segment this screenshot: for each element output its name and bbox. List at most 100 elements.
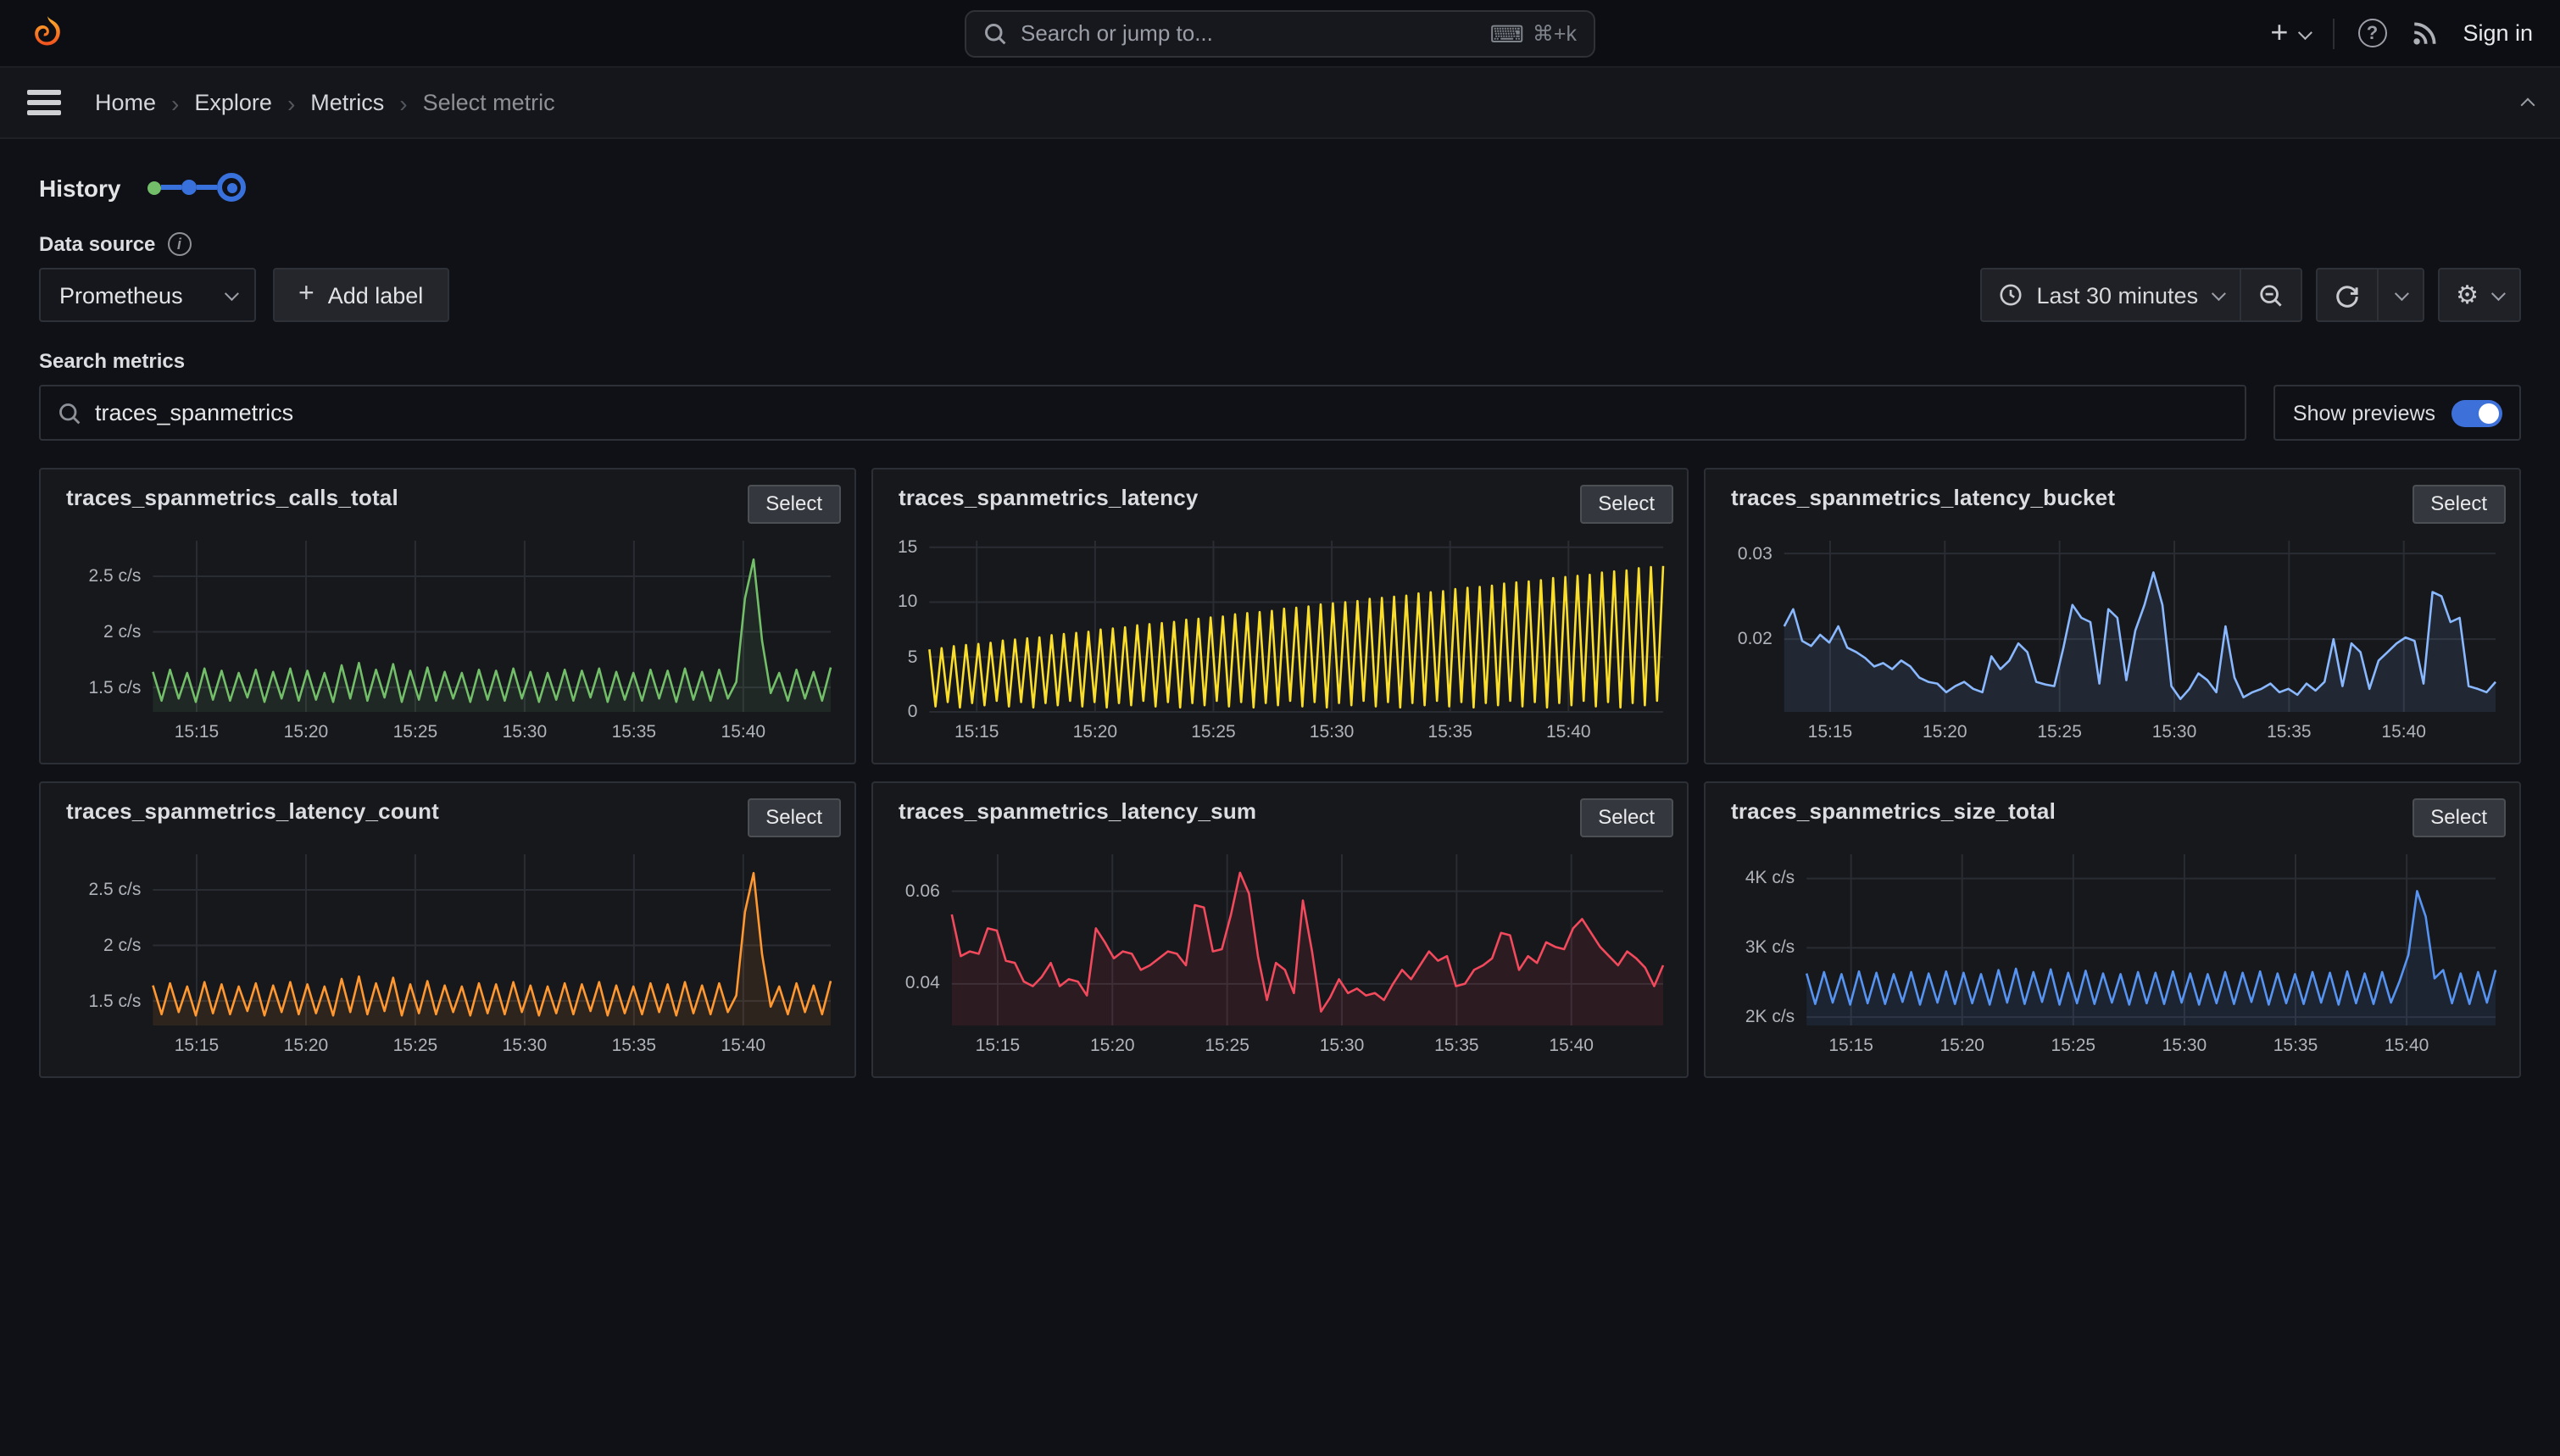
search-icon — [983, 21, 1007, 45]
metrics-search-input[interactable] — [95, 400, 2228, 425]
show-previews-toggle[interactable] — [2451, 399, 2502, 426]
settings-group: ⚙ — [2437, 268, 2521, 322]
breadcrumb-home[interactable]: Home — [95, 90, 156, 115]
select-button[interactable]: Select — [2412, 798, 2506, 837]
x-tick-label: 15:35 — [1400, 722, 1501, 742]
x-tick-label: 15:35 — [2238, 722, 2340, 742]
x-tick-label: 15:35 — [583, 1036, 685, 1056]
search-metrics-label-text: Search metrics — [39, 349, 185, 373]
breadcrumb-metrics[interactable]: Metrics — [310, 90, 384, 115]
chart-size-total[interactable]: 2K c/s3K c/s4K c/s15:1515:2015:2515:3015… — [1719, 844, 2506, 1066]
chevron-up-icon — [2521, 98, 2535, 113]
x-tick-label: 15:40 — [2356, 1036, 2457, 1056]
panel-title: traces_spanmetrics_latency_bucket — [1731, 485, 2115, 510]
select-button[interactable]: Select — [1579, 485, 1673, 524]
breadcrumb-explore[interactable]: Explore — [194, 90, 272, 115]
refresh-button[interactable] — [2317, 270, 2376, 320]
data-source-label-row: Data source i — [39, 232, 2521, 256]
grafana-app: Search or jump to... ⌨ ⌘+k + ? Sign in — [0, 0, 2560, 1456]
metric-panel-latency-count: traces_spanmetrics_latency_count Select … — [39, 781, 856, 1078]
metric-panel-latency: traces_spanmetrics_latency Select 0 5 10 15… — [871, 468, 1689, 764]
history-timeline-icon[interactable] — [147, 173, 246, 202]
y-tick-label: 1.5 c/s — [54, 991, 141, 1011]
sign-in-button[interactable]: Sign in — [2463, 20, 2533, 46]
chart-calls-total[interactable]: 1.5 c/s2 c/s2.5 c/s15:1515:2015:2515:301… — [54, 531, 841, 753]
x-tick-label: 15:20 — [1044, 722, 1146, 742]
grafana-logo-icon[interactable] — [27, 13, 68, 53]
gear-icon: ⚙ — [2456, 282, 2479, 308]
select-button[interactable]: Select — [747, 798, 841, 837]
select-button[interactable]: Select — [747, 485, 841, 524]
select-button[interactable]: Select — [2412, 485, 2506, 524]
breadcrumb: Home › Explore › Metrics › Select metric — [95, 89, 555, 116]
y-tick-label: 0 — [887, 702, 917, 722]
chart-latency-bucket[interactable]: 0.020.0315:1515:2015:2515:3015:3515:40 — [1719, 531, 2506, 753]
x-tick-label: 15:15 — [1800, 1036, 1902, 1056]
chart-latency[interactable]: 05101515:1515:2015:2515:3015:3515:40 — [887, 531, 1673, 753]
chevron-down-icon — [225, 286, 239, 301]
explore-metrics-content: History Data source i Prometheus + Add l… — [0, 139, 2560, 1078]
settings-button[interactable]: ⚙ — [2439, 270, 2519, 320]
help-button[interactable]: ? — [2357, 19, 2386, 47]
refresh-icon — [2334, 282, 2359, 308]
collapse-header-button[interactable] — [2523, 90, 2533, 115]
zoom-out-icon — [2257, 282, 2283, 308]
refresh-interval-button[interactable] — [2376, 270, 2422, 320]
chart-latency-count[interactable]: 1.5 c/s2 c/s2.5 c/s15:1515:2015:2515:301… — [54, 844, 841, 1066]
x-tick-label: 15:40 — [693, 1036, 794, 1056]
keyboard-icon: ⌨ — [1489, 21, 1523, 45]
global-search-input[interactable]: Search or jump to... ⌨ ⌘+k — [965, 9, 1595, 57]
keyboard-shortcut: ⌨ ⌘+k — [1489, 20, 1577, 46]
select-button[interactable]: Select — [1579, 798, 1673, 837]
x-tick-label: 15:20 — [255, 1036, 357, 1056]
y-tick-label: 0.06 — [887, 881, 940, 902]
clock-icon — [1999, 283, 2023, 307]
info-icon[interactable]: i — [167, 232, 191, 256]
search-placeholder: Search or jump to... — [1021, 20, 1489, 46]
history-row: History — [39, 173, 2521, 202]
search-icon — [58, 401, 81, 425]
panel-title: traces_spanmetrics_size_total — [1731, 798, 2056, 824]
topbar-actions: + ? Sign in — [2270, 15, 2533, 51]
add-label-button[interactable]: + Add label — [273, 268, 448, 322]
x-tick-label: 15:30 — [1281, 722, 1383, 742]
zoom-out-button[interactable] — [2239, 270, 2300, 320]
metric-panel-latency-sum: traces_spanmetrics_latency_sum Select 0.… — [871, 781, 1689, 1078]
chevron-down-icon — [2211, 286, 2225, 301]
add-new-button[interactable]: + — [2270, 15, 2308, 51]
chart-latency-sum[interactable]: 0.040.0615:1515:2015:2515:3015:3515:40 — [887, 844, 1673, 1066]
news-button[interactable] — [2410, 19, 2439, 47]
x-tick-label: 15:15 — [947, 1036, 1049, 1056]
search-metrics-label: Search metrics — [39, 349, 2521, 373]
y-tick-label: 2.5 c/s — [54, 566, 141, 586]
metric-panel-size-total: traces_spanmetrics_size_total Select 2K … — [1704, 781, 2521, 1078]
breadcrumb-separator: › — [399, 89, 407, 116]
x-tick-label: 15:25 — [365, 1036, 466, 1056]
y-tick-label: 2 c/s — [54, 936, 141, 956]
metric-panel-calls-total: traces_spanmetrics_calls_total Select 1.… — [39, 468, 856, 764]
x-tick-label: 15:20 — [1061, 1036, 1163, 1056]
chevron-down-icon — [2491, 286, 2506, 301]
y-tick-label: 5 — [887, 647, 917, 667]
data-source-picker[interactable]: Prometheus — [39, 268, 256, 322]
breadcrumb-current: Select metric — [423, 90, 555, 115]
time-range-picker[interactable]: Last 30 minutes — [1982, 270, 2239, 320]
x-tick-label: 15:20 — [1894, 722, 1995, 742]
x-tick-label: 15:35 — [583, 722, 685, 742]
x-tick-label: 15:30 — [2123, 722, 2225, 742]
x-tick-label: 15:40 — [1517, 722, 1619, 742]
x-tick-label: 15:30 — [474, 722, 576, 742]
y-tick-label: 10 — [887, 592, 917, 613]
data-source-value: Prometheus — [59, 282, 183, 308]
divider — [2332, 18, 2334, 48]
x-tick-label: 15:25 — [2009, 722, 2111, 742]
menu-toggle-icon[interactable] — [27, 91, 61, 114]
panel-title: traces_spanmetrics_latency — [899, 485, 1199, 510]
x-tick-label: 15:25 — [1162, 722, 1264, 742]
left-controls: Prometheus + Add label — [39, 268, 448, 322]
time-picker-group: Last 30 minutes — [1980, 268, 2301, 322]
breadcrumb-bar: Home › Explore › Metrics › Select metric — [0, 68, 2560, 139]
x-tick-label: 15:15 — [926, 722, 1027, 742]
x-tick-label: 15:40 — [2353, 722, 2455, 742]
show-previews-label: Show previews — [2293, 401, 2435, 425]
